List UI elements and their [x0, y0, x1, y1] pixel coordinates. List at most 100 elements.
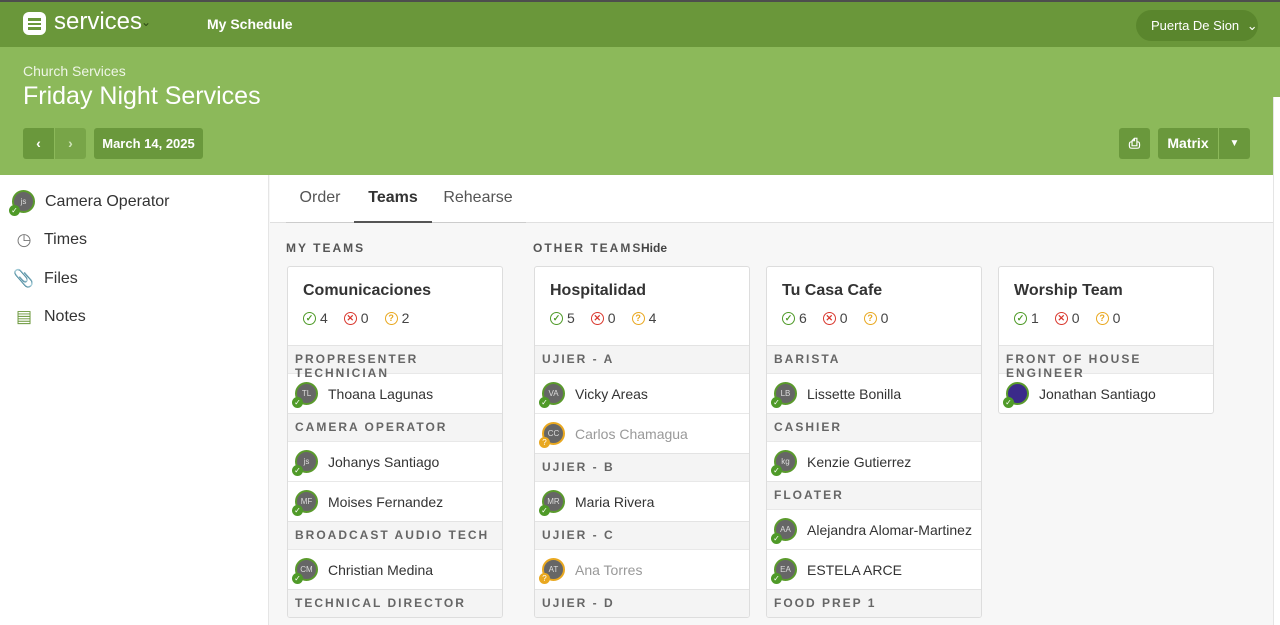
notes-icon: ▤ [15, 307, 33, 326]
avatar: VA ✓ [539, 382, 565, 408]
matrix-button[interactable]: Matrix [1158, 128, 1218, 159]
chevron-down-icon[interactable]: ⌄ [141, 15, 151, 29]
member-name: Alejandra Alomar-Martinez [807, 521, 972, 538]
sidebar-item-camera-operator[interactable]: js ✓ Camera Operator [9, 190, 170, 216]
team-member-row[interactable]: MF ✓ Moises Fernandez [288, 481, 502, 521]
position-header: CAMERA OPERATOR [288, 413, 502, 441]
team-member-row[interactable]: EA ✓ ESTELA ARCE [767, 549, 981, 589]
avatar: js ✓ [292, 450, 318, 476]
member-name: Christian Medina [328, 561, 434, 578]
sidebar-item-times[interactable]: ◷ Times [14, 230, 87, 250]
position-header: BARISTA [767, 345, 981, 373]
check-circle-icon: ✓ [782, 311, 795, 325]
clock-icon: ◷ [16, 230, 32, 249]
team-header: Tu Casa Cafe ✓ 6 ✕ 0 ? 0 [767, 267, 981, 345]
my-teams-heading: MY TEAMS [286, 241, 366, 255]
breadcrumb[interactable]: Church Services [23, 63, 126, 79]
team-member-row[interactable]: AT? Ana Torres [535, 549, 749, 589]
org-switcher[interactable]: Puerta De Sion ⌄ [1136, 10, 1258, 41]
member-name: Lissette Bonilla [807, 385, 902, 402]
top-nav: services ⌄ My Schedule Puerta De Sion ⌄ [0, 0, 1280, 47]
member-name: Maria Rivera [575, 493, 655, 510]
check-icon: ✓ [1003, 397, 1014, 408]
check-icon: ✓ [292, 465, 303, 476]
avatar: CC? [539, 422, 565, 448]
check-icon: ✓ [539, 397, 550, 408]
position-header: UJIER - A [535, 345, 749, 373]
team-card: Comunicaciones ✓ 4 ✕ 0 ? 2 PROPRESENTER TECH… [287, 266, 503, 618]
question-icon: ? [539, 573, 550, 584]
tab-order[interactable]: Order [286, 175, 354, 223]
chevron-down-icon: ⌄ [1246, 18, 1258, 33]
team-name[interactable]: Tu Casa Cafe [782, 282, 981, 300]
team-name[interactable]: Hospitalidad [550, 282, 749, 300]
sidebar-item-notes[interactable]: ▤ Notes [14, 307, 86, 327]
x-circle-icon: ✕ [590, 311, 604, 325]
tab-rehearse[interactable]: Rehearse [432, 175, 524, 223]
avatar: EA ✓ [771, 558, 797, 584]
sidebar-item-label: Files [44, 270, 78, 287]
team-member-row[interactable]: LB ✓ Lissette Bonilla [767, 373, 981, 413]
team-member-row[interactable]: CC? Carlos Chamagua [535, 413, 749, 453]
scrollbar[interactable] [1273, 97, 1280, 625]
team-member-row[interactable]: VA ✓ Vicky Areas [535, 373, 749, 413]
confirmed-count: ✓ 6 [782, 310, 807, 326]
member-name: Kenzie Gutierrez [807, 453, 912, 470]
team-card: Tu Casa Cafe ✓ 6 ✕ 0 ? 0 BARISTA LB ✓ Lissette … [766, 266, 982, 618]
team-member-row[interactable]: MR ✓ Maria Rivera [535, 481, 749, 521]
app-switcher[interactable]: services [54, 8, 142, 36]
avatar: ✓ [1003, 382, 1029, 408]
team-header: Comunicaciones ✓ 4 ✕ 0 ? 2 [288, 267, 502, 345]
hide-other-teams-link[interactable]: Hide [641, 241, 667, 255]
check-icon: ✓ [292, 505, 303, 516]
avatar: MR ✓ [539, 490, 565, 516]
declined-count: ✕ 0 [590, 310, 616, 326]
confirmed-count: ✓ 1 [1014, 310, 1039, 326]
pending-count: ? 4 [631, 310, 656, 326]
x-circle-icon: ✕ [822, 311, 836, 325]
team-member-row[interactable]: js ✓ Johanys Santiago [288, 441, 502, 481]
position-header: FOOD PREP 1 [767, 589, 981, 617]
team-header: Hospitalidad ✓ 5 ✕ 0 ? 4 [535, 267, 749, 345]
my-schedule-link[interactable]: My Schedule [207, 16, 293, 32]
declined-count: ✕ 0 [343, 310, 369, 326]
member-name: Carlos Chamagua [575, 425, 688, 442]
avatar: CM ✓ [292, 558, 318, 584]
position-header: BROADCAST AUDIO TECH [288, 521, 502, 549]
paperclip-icon: 📎 [13, 269, 35, 288]
team-member-row[interactable]: kg ✓ Kenzie Gutierrez [767, 441, 981, 481]
position-header: PROPRESENTER TECHNICIAN [288, 345, 502, 380]
tab-bar: Order Teams Rehearse [270, 175, 1273, 223]
date-picker-button[interactable]: March 14, 2025 [94, 128, 203, 159]
team-member-row[interactable]: CM ✓ Christian Medina [288, 549, 502, 589]
team-name[interactable]: Worship Team [1014, 282, 1213, 300]
check-icon: ✓ [771, 465, 782, 476]
confirmed-count: ✓ 5 [550, 310, 575, 326]
team-card: Worship Team ✓ 1 ✕ 0 ? 0 FRONT OF HOUSE ENGI… [998, 266, 1214, 414]
avatar: js ✓ [9, 190, 35, 216]
team-name[interactable]: Comunicaciones [303, 282, 502, 300]
question-icon: ? [539, 437, 550, 448]
member-name: Thoana Lagunas [328, 385, 434, 402]
check-circle-icon: ✓ [1014, 311, 1027, 325]
team-member-row[interactable]: AA ✓ Alejandra Alomar-Martinez [767, 509, 981, 549]
check-circle-icon: ✓ [550, 311, 563, 325]
next-plan-button[interactable]: › [55, 128, 86, 159]
sidebar-item-files[interactable]: 📎 Files [13, 269, 78, 289]
services-logo-icon[interactable] [23, 12, 46, 35]
tab-teams[interactable]: Teams [354, 175, 432, 223]
avatar: TL ✓ [292, 382, 318, 408]
member-name: Johanys Santiago [328, 453, 440, 470]
check-icon: ✓ [9, 205, 20, 216]
check-circle-icon: ✓ [303, 311, 316, 325]
matrix-dropdown-caret-icon[interactable]: ▼ [1219, 128, 1250, 159]
check-icon: ✓ [292, 397, 303, 408]
check-icon: ✓ [771, 397, 782, 408]
print-icon[interactable]: ⎙ [1119, 128, 1150, 159]
sidebar-item-label: Times [44, 231, 87, 248]
avatar: LB ✓ [771, 382, 797, 408]
position-header: FLOATER [767, 481, 981, 509]
pending-count: ? 0 [863, 310, 888, 326]
previous-plan-button[interactable]: ‹ [23, 128, 54, 159]
check-icon: ✓ [771, 573, 782, 584]
